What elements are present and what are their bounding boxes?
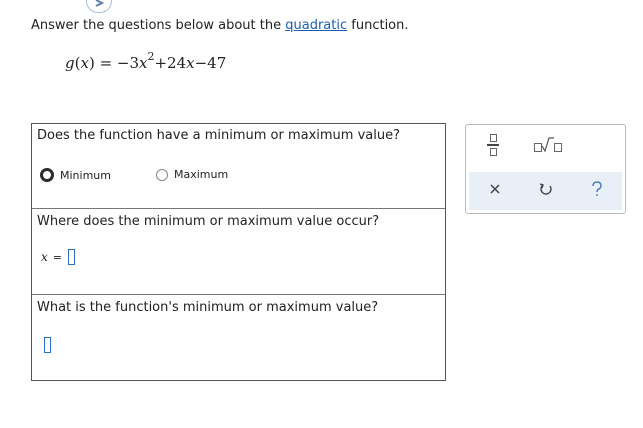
equation-coefficient: = −3: [94, 54, 140, 72]
equals-sign: =: [52, 250, 62, 264]
instructions-text-end: function.: [347, 18, 409, 33]
min-max-value-input[interactable]: [44, 337, 51, 353]
equation-exponent: 2: [147, 50, 155, 63]
question-location: Where does the minimum or maximum value …: [32, 209, 445, 295]
option-maximum[interactable]: Maximum: [156, 168, 228, 181]
x-value-input[interactable]: [68, 249, 75, 265]
instructions-text: Answer the questions below about the: [31, 18, 286, 33]
question-value: What is the function's minimum or maximu…: [32, 295, 445, 380]
function-equation: g(x) = −3x2+24x−47: [65, 50, 227, 72]
x-variable: x: [41, 250, 48, 264]
quadratic-link[interactable]: quadratic: [285, 18, 347, 33]
option-minimum[interactable]: Minimum: [40, 168, 111, 182]
question-3-text: What is the function's minimum or maximu…: [37, 300, 379, 315]
nav-chevron-icon[interactable]: [86, 0, 112, 13]
maximum-radio[interactable]: [156, 168, 168, 181]
close-icon[interactable]: [481, 183, 509, 199]
minimum-label: Minimum: [60, 168, 111, 182]
equation-linear-coef: +24: [154, 54, 187, 72]
instructions: Answer the questions below about the qua…: [31, 18, 409, 33]
equation-constant: −47: [194, 54, 227, 72]
maximum-label: Maximum: [174, 168, 229, 181]
sqrt-icon[interactable]: [534, 137, 562, 152]
equation-x: x: [186, 54, 195, 72]
question-panel: Does the function have a minimum or maxi…: [31, 123, 446, 381]
toolbar-tools: [466, 125, 625, 167]
undo-icon[interactable]: [532, 182, 560, 200]
toolbar-actions: [469, 172, 622, 210]
x-answer-row: x =: [41, 249, 75, 265]
question-1-text: Does the function have a minimum or maxi…: [37, 128, 400, 143]
math-toolbar: [465, 124, 626, 214]
question-min-max: Does the function have a minimum or maxi…: [32, 124, 445, 209]
minimum-radio[interactable]: [40, 168, 54, 182]
value-answer-row: [44, 337, 51, 353]
question-2-text: Where does the minimum or maximum value …: [37, 214, 380, 229]
help-icon[interactable]: [583, 181, 611, 201]
fraction-icon[interactable]: [487, 134, 499, 156]
function-name: g: [65, 54, 75, 72]
function-variable: x: [80, 54, 89, 72]
